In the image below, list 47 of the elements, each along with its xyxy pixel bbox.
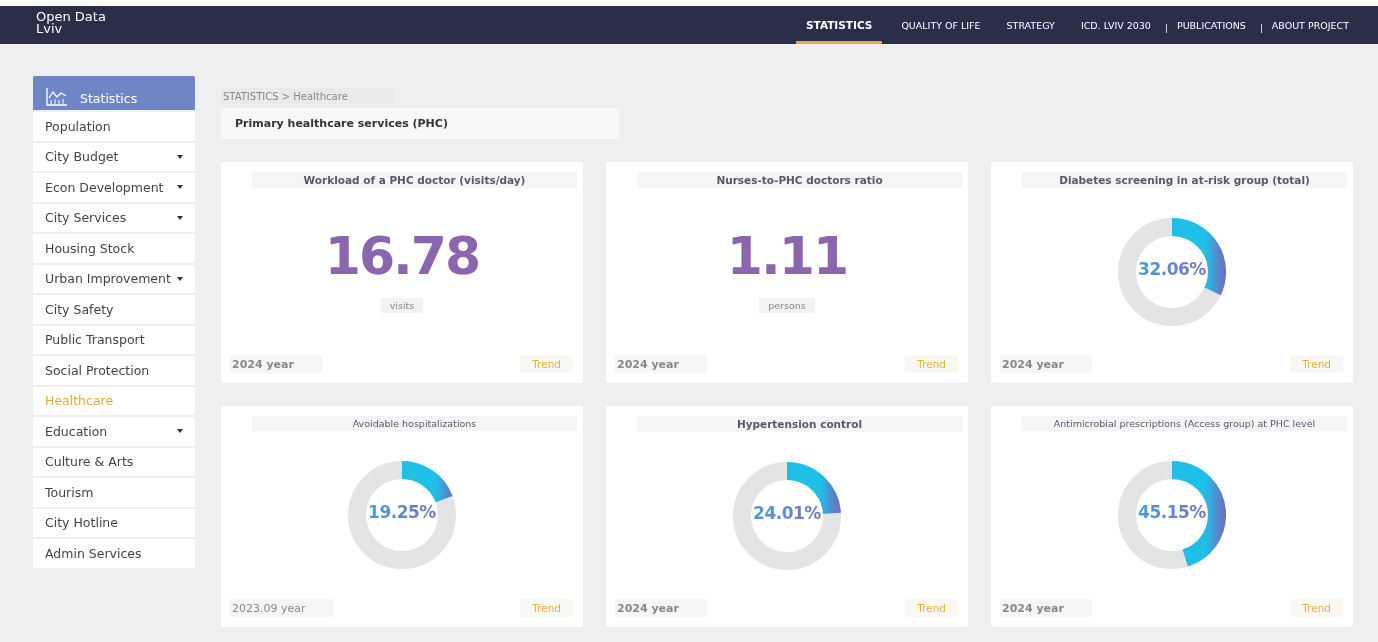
sidebar-item[interactable]: City Hotline	[33, 508, 195, 537]
caret-icon	[177, 429, 183, 434]
sidebar-header[interactable]: Statistics	[33, 76, 195, 110]
card-title: Antimicrobial prescriptions (Access group) at PHC level	[1022, 416, 1347, 431]
nav-tab[interactable]: STRATEGY	[999, 6, 1062, 44]
line-chart-icon	[46, 88, 68, 106]
year-label: 2024 year	[1000, 355, 1092, 373]
year-label: 2024 year	[615, 355, 707, 373]
sidebar-item[interactable]: Housing Stock	[33, 234, 195, 263]
sidebar-item[interactable]: Tourism	[33, 478, 195, 507]
stat-value: 1.11	[726, 230, 848, 282]
sidebar-item[interactable]: Econ Development	[33, 173, 195, 202]
sidebar-item[interactable]: Education	[33, 417, 195, 446]
sidebar-item[interactable]: City Budget	[33, 142, 195, 171]
nav-tab[interactable]: STATISTICS	[796, 6, 883, 44]
sidebar-header-label: Statistics	[80, 91, 138, 106]
caret-icon	[177, 185, 183, 190]
nav-tab[interactable]: ABOUT PROJECT	[1264, 6, 1356, 44]
caret-icon	[177, 215, 183, 220]
sidebar-item[interactable]: City Safety	[33, 295, 195, 324]
year-label: 2024 year	[230, 355, 322, 373]
sidebar-item[interactable]: Population	[33, 112, 195, 141]
sidebar-item[interactable]: Urban Improvement	[33, 264, 195, 293]
year-label: 2023.09 year	[230, 599, 334, 617]
nav-tab[interactable]: PUBLICATIONS	[1169, 6, 1253, 44]
nav-tab[interactable]: QUALITY OF LIFE	[894, 6, 988, 44]
card-title: Avoidable hospitalizations	[252, 416, 577, 431]
sidebar-item[interactable]: Public Transport	[33, 325, 195, 354]
year-label: 2024 year	[615, 599, 707, 617]
site-logo[interactable]: Open Data Lviv	[36, 6, 106, 35]
sidebar-item[interactable]: Social Protection	[33, 356, 195, 385]
caret-icon	[177, 276, 183, 281]
card-title: Hypertension control	[637, 416, 962, 432]
card-title: Diabetes screening in at-risk group (total)	[1022, 172, 1347, 188]
nav-tab[interactable]: ICD. LVIV 2030	[1073, 6, 1158, 44]
card-title: Workload of a PHC doctor (visits/day)	[252, 172, 577, 188]
sidebar-item[interactable]: Admin Services	[33, 539, 195, 568]
sidebar-item[interactable]: Culture & Arts	[33, 447, 195, 476]
card-title: Nurses-to-PHC doctors ratio	[637, 172, 962, 188]
unit-label: persons	[759, 298, 815, 313]
section-title: Primary healthcare services (PHC)	[221, 108, 619, 139]
unit-label: visits	[380, 298, 424, 313]
year-label: 2024 year	[1000, 599, 1092, 617]
breadcrumb: STATISTICS > Healthcare	[221, 88, 395, 104]
stat-value: 16.78	[324, 230, 480, 282]
caret-icon	[177, 154, 183, 159]
sidebar-item[interactable]: City Services	[33, 203, 195, 232]
